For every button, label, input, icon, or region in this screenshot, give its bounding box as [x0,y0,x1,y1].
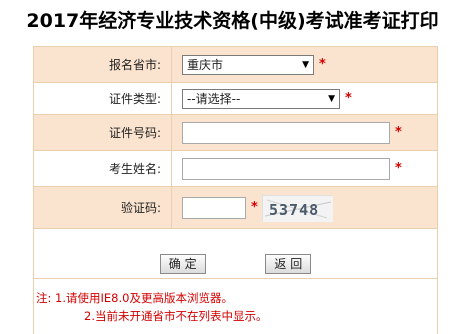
province-cell: 重庆市 ▼ * [171,46,438,83]
required-mark: * [395,161,402,176]
required-mark: * [319,57,326,72]
name-cell: * [171,150,438,187]
idtype-select[interactable]: --请选择-- ▼ [182,88,340,109]
captcha-label: 验证码: [33,186,172,229]
captcha-input[interactable] [182,196,246,219]
row-name: 考生姓名: * [33,150,438,187]
row-buttons: 确 定 返 回 [33,228,438,279]
idtype-label: 证件类型: [33,82,172,115]
dropdown-arrow-icon: ▼ [302,59,309,70]
row-idnum: 证件号码: * [33,114,438,151]
back-button[interactable]: 返 回 [265,254,312,274]
row-idtype: 证件类型: --请选择-- ▼ * [33,82,438,115]
idnum-label: 证件号码: [33,114,172,151]
name-label: 考生姓名: [33,150,172,187]
idtype-cell: --请选择-- ▼ * [171,82,438,115]
required-mark: * [251,200,258,215]
required-mark: * [345,91,352,106]
captcha-text: 53748 [269,201,319,219]
province-value: 重庆市 [187,58,224,72]
notes-cell: 注: 1.请使用IE8.0及更高版本浏览器。 2.当前未开通省市不在列表中显示。 [33,278,438,334]
buttons-cell: 确 定 返 回 [33,228,438,279]
idnum-cell: * [171,114,438,151]
dropdown-arrow-icon: ▼ [328,93,335,104]
name-input[interactable] [182,157,390,180]
idtype-value: --请选择-- [187,92,241,106]
captcha-cell: * 53748 [171,186,438,229]
confirm-button[interactable]: 确 定 [159,254,206,274]
idnum-input[interactable] [182,121,390,144]
captcha-graphic: 53748 [262,195,333,222]
note-line-1: 注: 1.请使用IE8.0及更高版本浏览器。 [36,290,233,305]
captcha-image[interactable]: 53748 [261,194,333,222]
required-mark: * [395,125,402,140]
print-form: 报名省市: 重庆市 ▼ * 证件类型: --请选择-- ▼ * 证件号码: * … [33,46,438,334]
province-label: 报名省市: [33,46,172,83]
page-title: 2017年经济专业技术资格(中级)考试准考证打印 [26,10,439,32]
row-notes: 注: 1.请使用IE8.0及更高版本浏览器。 2.当前未开通省市不在列表中显示。 [33,278,438,334]
note-line-2: 2.当前未开通省市不在列表中显示。 [84,308,268,323]
row-province: 报名省市: 重庆市 ▼ * [33,46,438,83]
row-captcha: 验证码: * 53748 [33,186,438,229]
province-select[interactable]: 重庆市 ▼ [182,54,314,75]
